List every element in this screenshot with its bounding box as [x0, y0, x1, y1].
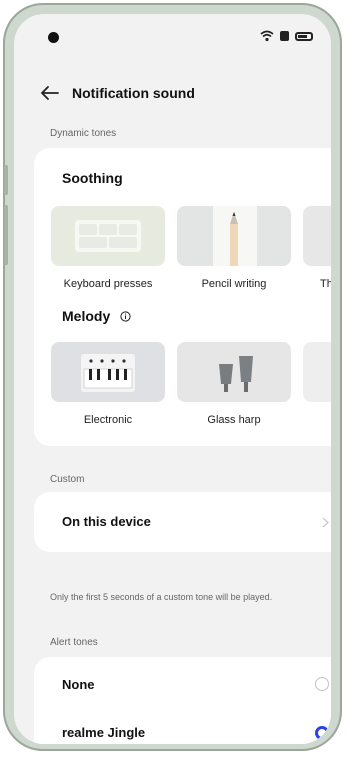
page-title: Notification sound — [72, 85, 195, 101]
on-this-device-row[interactable]: On this device — [34, 492, 331, 552]
partial-thumbnail — [303, 342, 331, 402]
wifi-icon — [260, 30, 274, 42]
chevron-right-icon — [322, 517, 329, 528]
tone-electronic[interactable]: Electronic — [51, 342, 165, 426]
alert-tone-label: realme Jingle — [62, 725, 146, 740]
tone-partial-melody[interactable] — [303, 342, 331, 402]
electronic-thumbnail — [51, 342, 165, 402]
tone-partial[interactable]: Th — [303, 206, 331, 290]
sim-icon — [280, 31, 289, 41]
alert-tone-realme-jingle[interactable]: realme Jingle — [34, 709, 331, 744]
soothing-title: Soothing — [62, 170, 123, 186]
melody-tones-row: Electronic Glass harp — [51, 342, 331, 432]
dynamic-tones-card: Soothing Keyboard presses Pencil writing… — [34, 148, 331, 446]
radio-button[interactable] — [315, 677, 329, 691]
tone-label: Glass harp — [207, 414, 261, 426]
partial-thumbnail — [303, 206, 331, 266]
front-camera — [48, 32, 59, 43]
status-icons — [260, 30, 313, 42]
screen: Notification sound Dynamic tones Soothin… — [14, 14, 331, 744]
pencil-icon — [213, 206, 257, 266]
piano-icon — [81, 354, 135, 392]
tone-glass-harp[interactable]: Glass harp — [177, 342, 291, 426]
tone-label: Th — [320, 278, 331, 290]
melody-title-text: Melody — [62, 308, 111, 324]
dynamic-tones-label: Dynamic tones — [50, 128, 117, 139]
alert-tone-label: None — [62, 677, 95, 692]
alert-tones-label: Alert tones — [50, 637, 98, 648]
battery-icon — [295, 31, 313, 41]
tone-pencil-writing[interactable]: Pencil writing — [177, 206, 291, 290]
custom-tone-note: Only the first 5 seconds of a custom ton… — [50, 592, 273, 602]
tone-label: Keyboard presses — [63, 278, 153, 290]
pencil-thumbnail — [177, 206, 291, 266]
status-bar — [14, 14, 331, 54]
tone-label: Electronic — [83, 414, 133, 426]
power-button — [4, 205, 8, 265]
soothing-tones-row: Keyboard presses Pencil writing Th — [51, 206, 331, 296]
info-icon[interactable] — [120, 311, 131, 322]
volume-button — [4, 165, 8, 195]
back-arrow-icon[interactable] — [38, 84, 60, 102]
header: Notification sound — [14, 78, 331, 110]
radio-button-selected[interactable] — [315, 726, 329, 740]
glasses-icon — [219, 356, 253, 392]
alert-tone-none[interactable]: None — [34, 657, 331, 707]
alert-tones-card: None realme Jingle — [34, 657, 331, 744]
keyboard-thumbnail — [51, 206, 165, 266]
keyboard-icon — [75, 220, 141, 252]
melody-title: Melody — [62, 308, 131, 324]
tone-keyboard-presses[interactable]: Keyboard presses — [51, 206, 165, 290]
custom-label: Custom — [50, 474, 85, 485]
tone-label: Pencil writing — [201, 278, 267, 290]
glass-harp-thumbnail — [177, 342, 291, 402]
on-this-device-label: On this device — [62, 514, 151, 529]
